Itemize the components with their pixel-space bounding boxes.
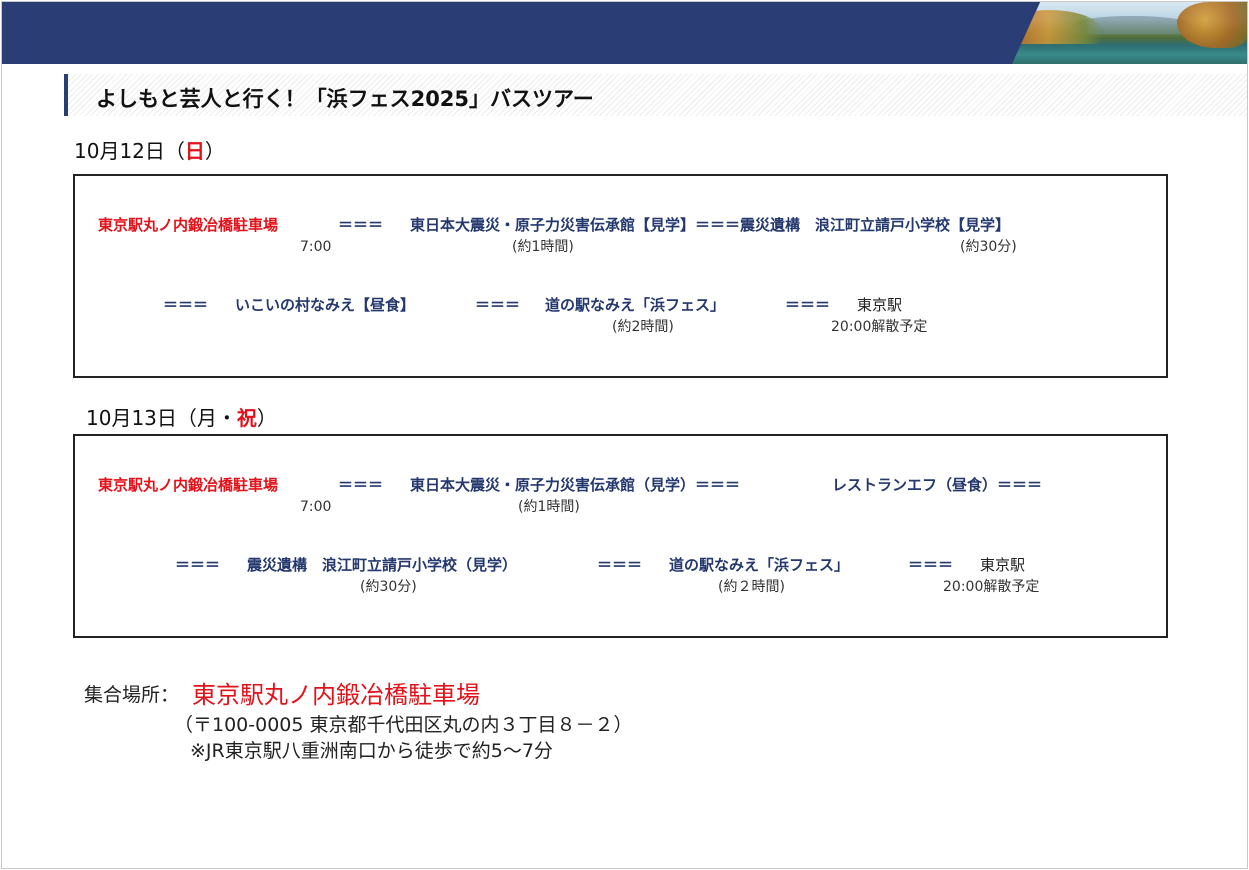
meeting-place: 東京駅丸ノ内鍛冶橋駐車場	[192, 681, 480, 709]
day2-duration: (約30分)	[360, 579, 417, 595]
day1-festival: 道の駅なみえ「浜フェス」	[545, 296, 726, 314]
day1-end-place: 東京駅	[857, 296, 903, 314]
day2-festival: 道の駅なみえ「浜フェス」	[669, 556, 850, 574]
title-bar: よしもと芸人と行く！「浜フェス2025」バスツアー	[64, 74, 1247, 116]
lake-photo-image	[1012, 2, 1247, 64]
day1-date: 10月12日（日）	[74, 139, 225, 163]
page-title: よしもと芸人と行く！「浜フェス2025」バスツアー	[96, 87, 594, 111]
day1-arrow: ＝＝＝	[163, 296, 209, 314]
day1-start-place: 東京駅丸ノ内鍛冶橋駐車場	[98, 216, 279, 234]
slide: よしもと芸人と行く！「浜フェス2025」バスツアー 10月12日（日） 東京駅丸…	[1, 1, 1248, 869]
day1-arrow: ＝＝＝	[338, 216, 384, 234]
day2-holiday: 祝	[236, 406, 257, 430]
day1-duration: (約2時間)	[612, 319, 674, 335]
title-accent	[64, 74, 68, 116]
day1-start-time: 7:00	[300, 239, 332, 255]
day2-arrow: ＝＝＝	[338, 476, 384, 494]
day2-duration: (約1時間)	[518, 499, 580, 515]
day1-duration: (約1時間)	[512, 239, 574, 255]
day1-weekday: 日	[184, 139, 205, 163]
day1-itinerary-box: 東京駅丸ノ内鍛冶橋駐車場 ＝＝＝ 東日本大震災・原子力災害伝承館【見学】＝＝＝震…	[73, 174, 1168, 378]
day2-arrow: ＝＝＝	[597, 556, 643, 574]
day1-end-time: 20:00解散予定	[831, 319, 928, 335]
day2-lunch: レストランエフ（昼食）＝＝＝	[832, 476, 1043, 494]
day2-date: 10月13日（月・祝）	[86, 406, 277, 430]
day2-start-place: 東京駅丸ノ内鍛冶橋駐車場	[98, 476, 279, 494]
day2-school: 震災遺構 浪江町立請戸小学校（見学）	[247, 556, 518, 574]
day1-stops: 東日本大震災・原子力災害伝承館【見学】＝＝＝震災遺構 浪江町立請戸小学校【見学】	[410, 216, 1011, 234]
day1-arrow: ＝＝＝	[785, 296, 831, 314]
day2-duration: (約２時間)	[718, 579, 785, 595]
day1-duration: (約30分)	[960, 239, 1017, 255]
day2-arrow: ＝＝＝	[908, 556, 954, 574]
meeting-label: 集合場所：	[84, 684, 180, 706]
day2-end-time: 20:00解散予定	[943, 579, 1040, 595]
day2-itinerary-box: 東京駅丸ノ内鍛冶橋駐車場 ＝＝＝ 東日本大震災・原子力災害伝承館（見学）＝＝＝ …	[73, 434, 1168, 638]
day1-lunch: いこいの村なみえ【昼食】	[235, 296, 416, 314]
day2-arrow: ＝＝＝	[175, 556, 221, 574]
meeting-access: ※JR東京駅八重洲南口から徒歩で約5～7分	[190, 740, 553, 762]
day1-arrow: ＝＝＝	[475, 296, 521, 314]
meeting-address: （〒100-0005 東京都千代田区丸の内３丁目８－２）	[174, 714, 633, 736]
day2-end-place: 東京駅	[980, 556, 1026, 574]
day2-museum: 東日本大震災・原子力災害伝承館（見学）＝＝＝	[410, 476, 741, 494]
day2-start-time: 7:00	[300, 499, 332, 515]
